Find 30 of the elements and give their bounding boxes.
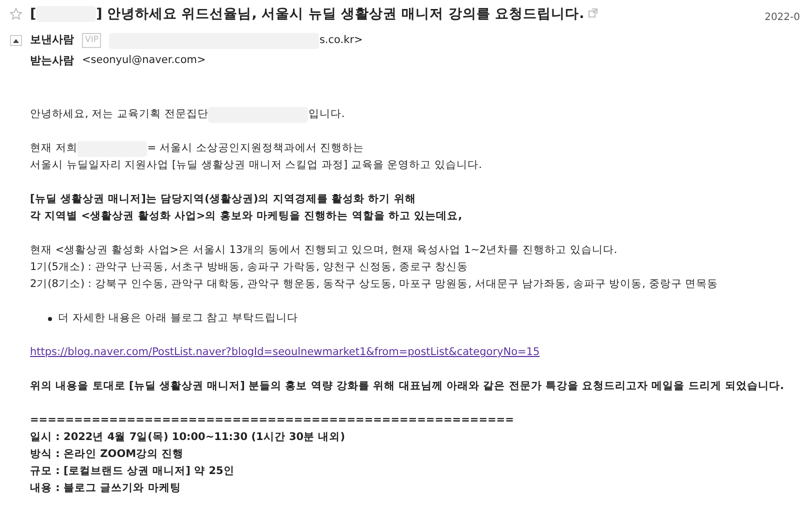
body-text: 현재 <생활상권 활성화 사업>은 서울시 13개의 동에서 진행되고 있으며, 현재 육성사업 1~2년차를 진행하고 있습니다. — [30, 243, 618, 258]
bold-text: 위의 내용을 토대로 [뉴딜 생활상권 매니저] 분들의 홍보 역량 강화를 위해 대표님께 아래와 같은 전문가 특강을 요청드리고자 메일을 드리게 되었습니다. — [30, 379, 784, 394]
body-text: 1기(5개소) : 관악구 난곡동, 서초구 방배동, 송파구 가락동, 양천구 신정동, 종로구 창신동 — [30, 260, 468, 275]
bold-text: 방식 : 온라인 ZOOM강의 진행 — [30, 447, 184, 462]
bullet-icon — [48, 316, 52, 320]
bold-text: 각 지역별 <생활상권 활성화 사업>의 홍보와 마케팅을 진행하는 역할을 하고 있는데요, — [30, 209, 462, 224]
collapse-toggle[interactable] — [10, 35, 22, 46]
sender-address: s.co.kr> — [319, 32, 363, 48]
body-text: 안녕하세요, 저는 교육기획 전문집단 — [30, 107, 208, 122]
body-text: = 서울시 소상공인지원정책과에서 진행하는 — [147, 141, 364, 156]
date-text: 2022-0 — [764, 11, 800, 25]
body-text: 2기(8기소) : 강북구 인수동, 관악구 대학동, 관악구 행운동, 동작구 상도동, 마포구 망원동, 서대문구 남가좌동, 송파구 방이동, 중랑구 면목동 — [30, 277, 718, 292]
link[interactable]: https://blog.naver.com/PostList.naver?blogId=seoulnewmarket1&from=postList&categoryNo=15 — [30, 344, 540, 361]
subject-text: ] 안녕하세요 위드선율님, 서울시 뉴딜 생활상권 매니저 강의를 요청드립니다. — [96, 5, 584, 24]
vip-badge: VIP — [82, 33, 102, 48]
recipient-label: 받는사람 — [30, 52, 74, 69]
bold-text: 내용 : 블로그 글쓰기와 마케팅 — [30, 481, 181, 496]
bold-text: 일시 : 2022년 4월 7일(목) 10:00~11:30 (1시간 30분 내외) — [30, 430, 346, 445]
body-text: 현재 저희 — [30, 141, 78, 156]
bullet-text: 더 자세한 내용은 아래 블로그 참고 부탁드립니다 — [58, 311, 298, 326]
bold-text: 규모 : [로컬브랜드 상권 매니저] 약 25인 — [30, 464, 234, 479]
bold-text: ======================================================= — [30, 413, 514, 428]
subject-text: [ — [30, 5, 36, 24]
recipient-address: <seonyul@naver.com> — [82, 53, 206, 68]
sender-label: 보낸사람 — [30, 32, 74, 48]
body-text: 입니다. — [308, 107, 345, 122]
body-text: 서울시 뉴딜일자리 지원사업 [뉴딜 생활상권 매니저 스킬업 과정] 교육을 운영하고 있습니다. — [30, 158, 482, 173]
star-icon[interactable] — [10, 8, 22, 20]
caret-icon — [13, 38, 19, 42]
bold-text: [뉴딜 생활상권 매니저]는 담당지역(생활상권)의 지역경제를 활성화 하기 위해 — [30, 192, 416, 207]
